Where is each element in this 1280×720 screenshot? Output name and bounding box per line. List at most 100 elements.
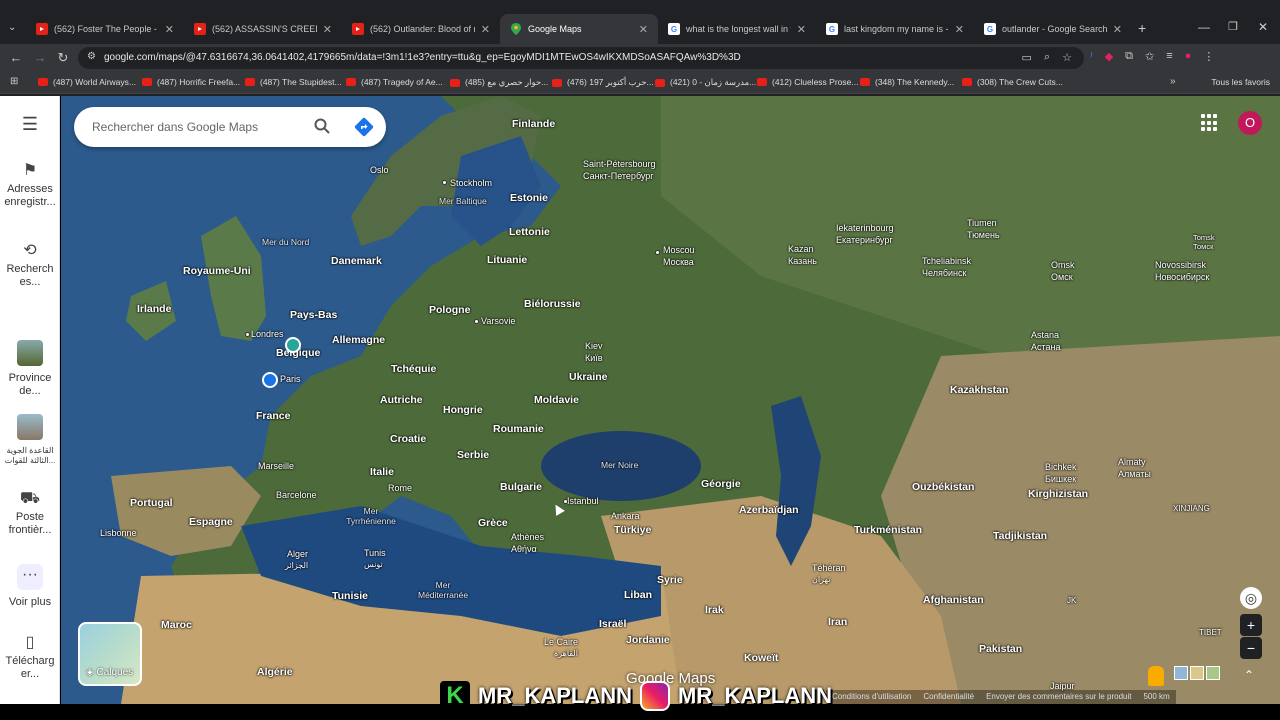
map-label-city[interactable]: Oslo (370, 165, 389, 175)
bookmark-item[interactable]: (487) Horrific Freefa... (142, 77, 240, 87)
map-label-city[interactable]: Novossibirsk (1155, 260, 1206, 270)
map-label-city[interactable]: Marseille (258, 461, 294, 471)
map-label-country[interactable]: Danemark (331, 255, 382, 267)
close-icon[interactable]: ✕ (323, 23, 332, 36)
map-label-city[interactable]: تونس (364, 560, 383, 569)
recent-button[interactable]: ⟲ Recherch es... (0, 243, 60, 289)
map-label-country[interactable]: Finlande (512, 118, 555, 130)
google-apps-icon[interactable] (1201, 114, 1219, 132)
map-label-country[interactable]: Jordanie (626, 634, 670, 646)
tab-1[interactable]: (562) Foster The People - Pump✕ (26, 14, 184, 44)
map-label-country[interactable]: France (256, 410, 290, 422)
menu-icon[interactable]: ⋮ (1203, 50, 1214, 63)
close-icon[interactable]: ✕ (481, 23, 490, 36)
zoom-icon[interactable]: ⌕ (1044, 51, 1050, 64)
map-label-city[interactable]: Казань (788, 256, 817, 266)
extension-wave-icon[interactable]: ⁾ (1090, 50, 1093, 63)
map-label-country[interactable]: Algérie (257, 666, 293, 678)
map-label-city[interactable]: Tiumen (967, 218, 997, 228)
map-label-city[interactable]: Москва (663, 257, 694, 267)
url-text[interactable]: google.com/maps/@47.6316674,36.0641402,4… (104, 52, 741, 63)
tab-2[interactable]: (562) ASSASSIN'S CREED VALHA✕ (184, 14, 342, 44)
map-label-country[interactable]: Lettonie (509, 226, 550, 238)
map-label-city[interactable]: Бишкек (1045, 474, 1076, 484)
tab-search-icon[interactable]: ⌄ (8, 22, 16, 33)
tab-3[interactable]: (562) Outlander: Blood of my B✕ (342, 14, 500, 44)
feedback-link[interactable]: Envoyer des commentaires sur le produit (986, 692, 1131, 702)
reload-icon[interactable]: ↻ (55, 50, 71, 66)
address-bar[interactable]: ⚙ google.com/maps/@47.6316674,36.0641402… (78, 47, 1084, 69)
map-label-country[interactable]: Allemagne (332, 334, 385, 346)
map-label-country[interactable]: Bulgarie (500, 481, 542, 493)
map-label-country[interactable]: Tadjikistan (993, 530, 1047, 542)
site-info-icon[interactable]: ⚙ (87, 51, 96, 62)
bookmark-item[interactable]: (485) حوار حصري مع... (450, 77, 548, 88)
map-label-city[interactable]: Rome (388, 483, 412, 493)
map-label-country[interactable]: Hongrie (443, 404, 483, 416)
tab-4[interactable]: Google Maps ✕ (500, 14, 658, 44)
map-label-city[interactable]: Ankara (611, 511, 640, 521)
saved-places-button[interactable]: ⚑ Adresses enregistr... (0, 163, 60, 209)
map-label-city[interactable]: الجزائر (285, 561, 308, 570)
expand-icon[interactable]: ⌃ (1244, 668, 1254, 682)
map-label-city[interactable]: تهران (812, 575, 830, 584)
my-location-button[interactable]: ◎ (1240, 587, 1262, 609)
download-button[interactable]: ▯ Télécharg er... (0, 635, 60, 681)
menu-button[interactable]: ☰ (0, 115, 60, 137)
saved-place-marker[interactable] (285, 337, 301, 353)
map-label-city[interactable]: Алматы (1118, 469, 1151, 479)
map-label-country[interactable]: Autriche (380, 394, 423, 406)
map-label-city[interactable]: Томск (1193, 242, 1213, 251)
map-label-country[interactable]: Kazakhstan (950, 384, 1008, 396)
forward-icon[interactable]: → (32, 50, 48, 66)
map-label-country[interactable]: Biélorussie (524, 298, 581, 310)
bookmark-item[interactable]: (412) Clueless Prose... (757, 77, 858, 87)
map-label-country[interactable]: Lituanie (487, 254, 527, 266)
close-window-icon[interactable]: ✕ (1258, 20, 1268, 34)
privacy-link[interactable]: Confidentialité (923, 692, 974, 702)
minimize-icon[interactable]: — (1198, 20, 1210, 34)
map-type-icon[interactable] (1174, 666, 1188, 680)
map-label-city[interactable]: Téhéran (812, 563, 846, 573)
map-label-country[interactable]: Azerbaïdjan (739, 504, 799, 516)
recent-place-border[interactable]: ⛟ Poste frontièr... (0, 491, 60, 537)
close-icon[interactable]: ✕ (165, 23, 174, 36)
map-label-country[interactable]: Ouzbékistan (912, 481, 974, 493)
saved-place-lock-marker[interactable] (262, 372, 278, 388)
map-label-country[interactable]: Afghanistan (923, 594, 984, 606)
avatar[interactable]: O (1238, 111, 1262, 135)
map-label-city[interactable]: Iekaterinbourg (836, 223, 894, 233)
tab-5[interactable]: what is the longest wall in the w✕ (658, 14, 816, 44)
map-label-country[interactable]: Moldavie (534, 394, 579, 406)
map-label-city[interactable]: Paris (280, 374, 301, 384)
map-label-country[interactable]: Israël (599, 618, 626, 630)
extension-shield-icon[interactable]: ◆ (1105, 50, 1113, 63)
all-bookmarks[interactable]: Tous les favoris (1211, 77, 1270, 87)
street-view-pegman-icon[interactable] (1148, 666, 1164, 686)
restore-icon[interactable]: ❐ (1228, 20, 1238, 33)
map-label-country[interactable]: Grèce (478, 517, 508, 529)
map-label-city[interactable]: Kiev (585, 341, 603, 351)
transit-type-icon[interactable] (1206, 666, 1220, 680)
map-label-city[interactable]: Челябинск (922, 268, 966, 278)
bookmark-item[interactable]: (487) World Airways... (38, 77, 136, 87)
zoom-out-button[interactable]: − (1240, 637, 1262, 659)
map-label-city[interactable]: Lisbonne (100, 528, 137, 538)
map-label-country[interactable]: Pakistan (979, 643, 1022, 655)
back-icon[interactable]: ← (8, 50, 24, 66)
map-label-country[interactable]: Syrie (657, 574, 683, 586)
map-label-city[interactable]: Alger (287, 549, 308, 559)
map-label-country[interactable]: Tchéquie (391, 363, 436, 375)
map-label-city[interactable]: Varsovie (481, 316, 515, 326)
bookmark-item[interactable]: (487) The Stupidest... (245, 77, 342, 87)
close-icon[interactable]: ✕ (797, 23, 806, 36)
map-label-city[interactable]: Astana (1031, 330, 1059, 340)
map-label-city[interactable]: Омск (1051, 272, 1073, 282)
bookmark-star-icon[interactable]: ☆ (1062, 51, 1072, 64)
terms-link[interactable]: Conditions d'utilisation (832, 692, 911, 702)
map-label-city[interactable]: Athènes (511, 532, 544, 542)
map-label-city[interactable]: Le Caire (544, 637, 578, 647)
map-label-city[interactable]: Αθήνα (511, 544, 537, 554)
layers-button[interactable]: ◈ Calques (78, 622, 142, 686)
map-label-city[interactable]: القاهرة (554, 649, 578, 658)
